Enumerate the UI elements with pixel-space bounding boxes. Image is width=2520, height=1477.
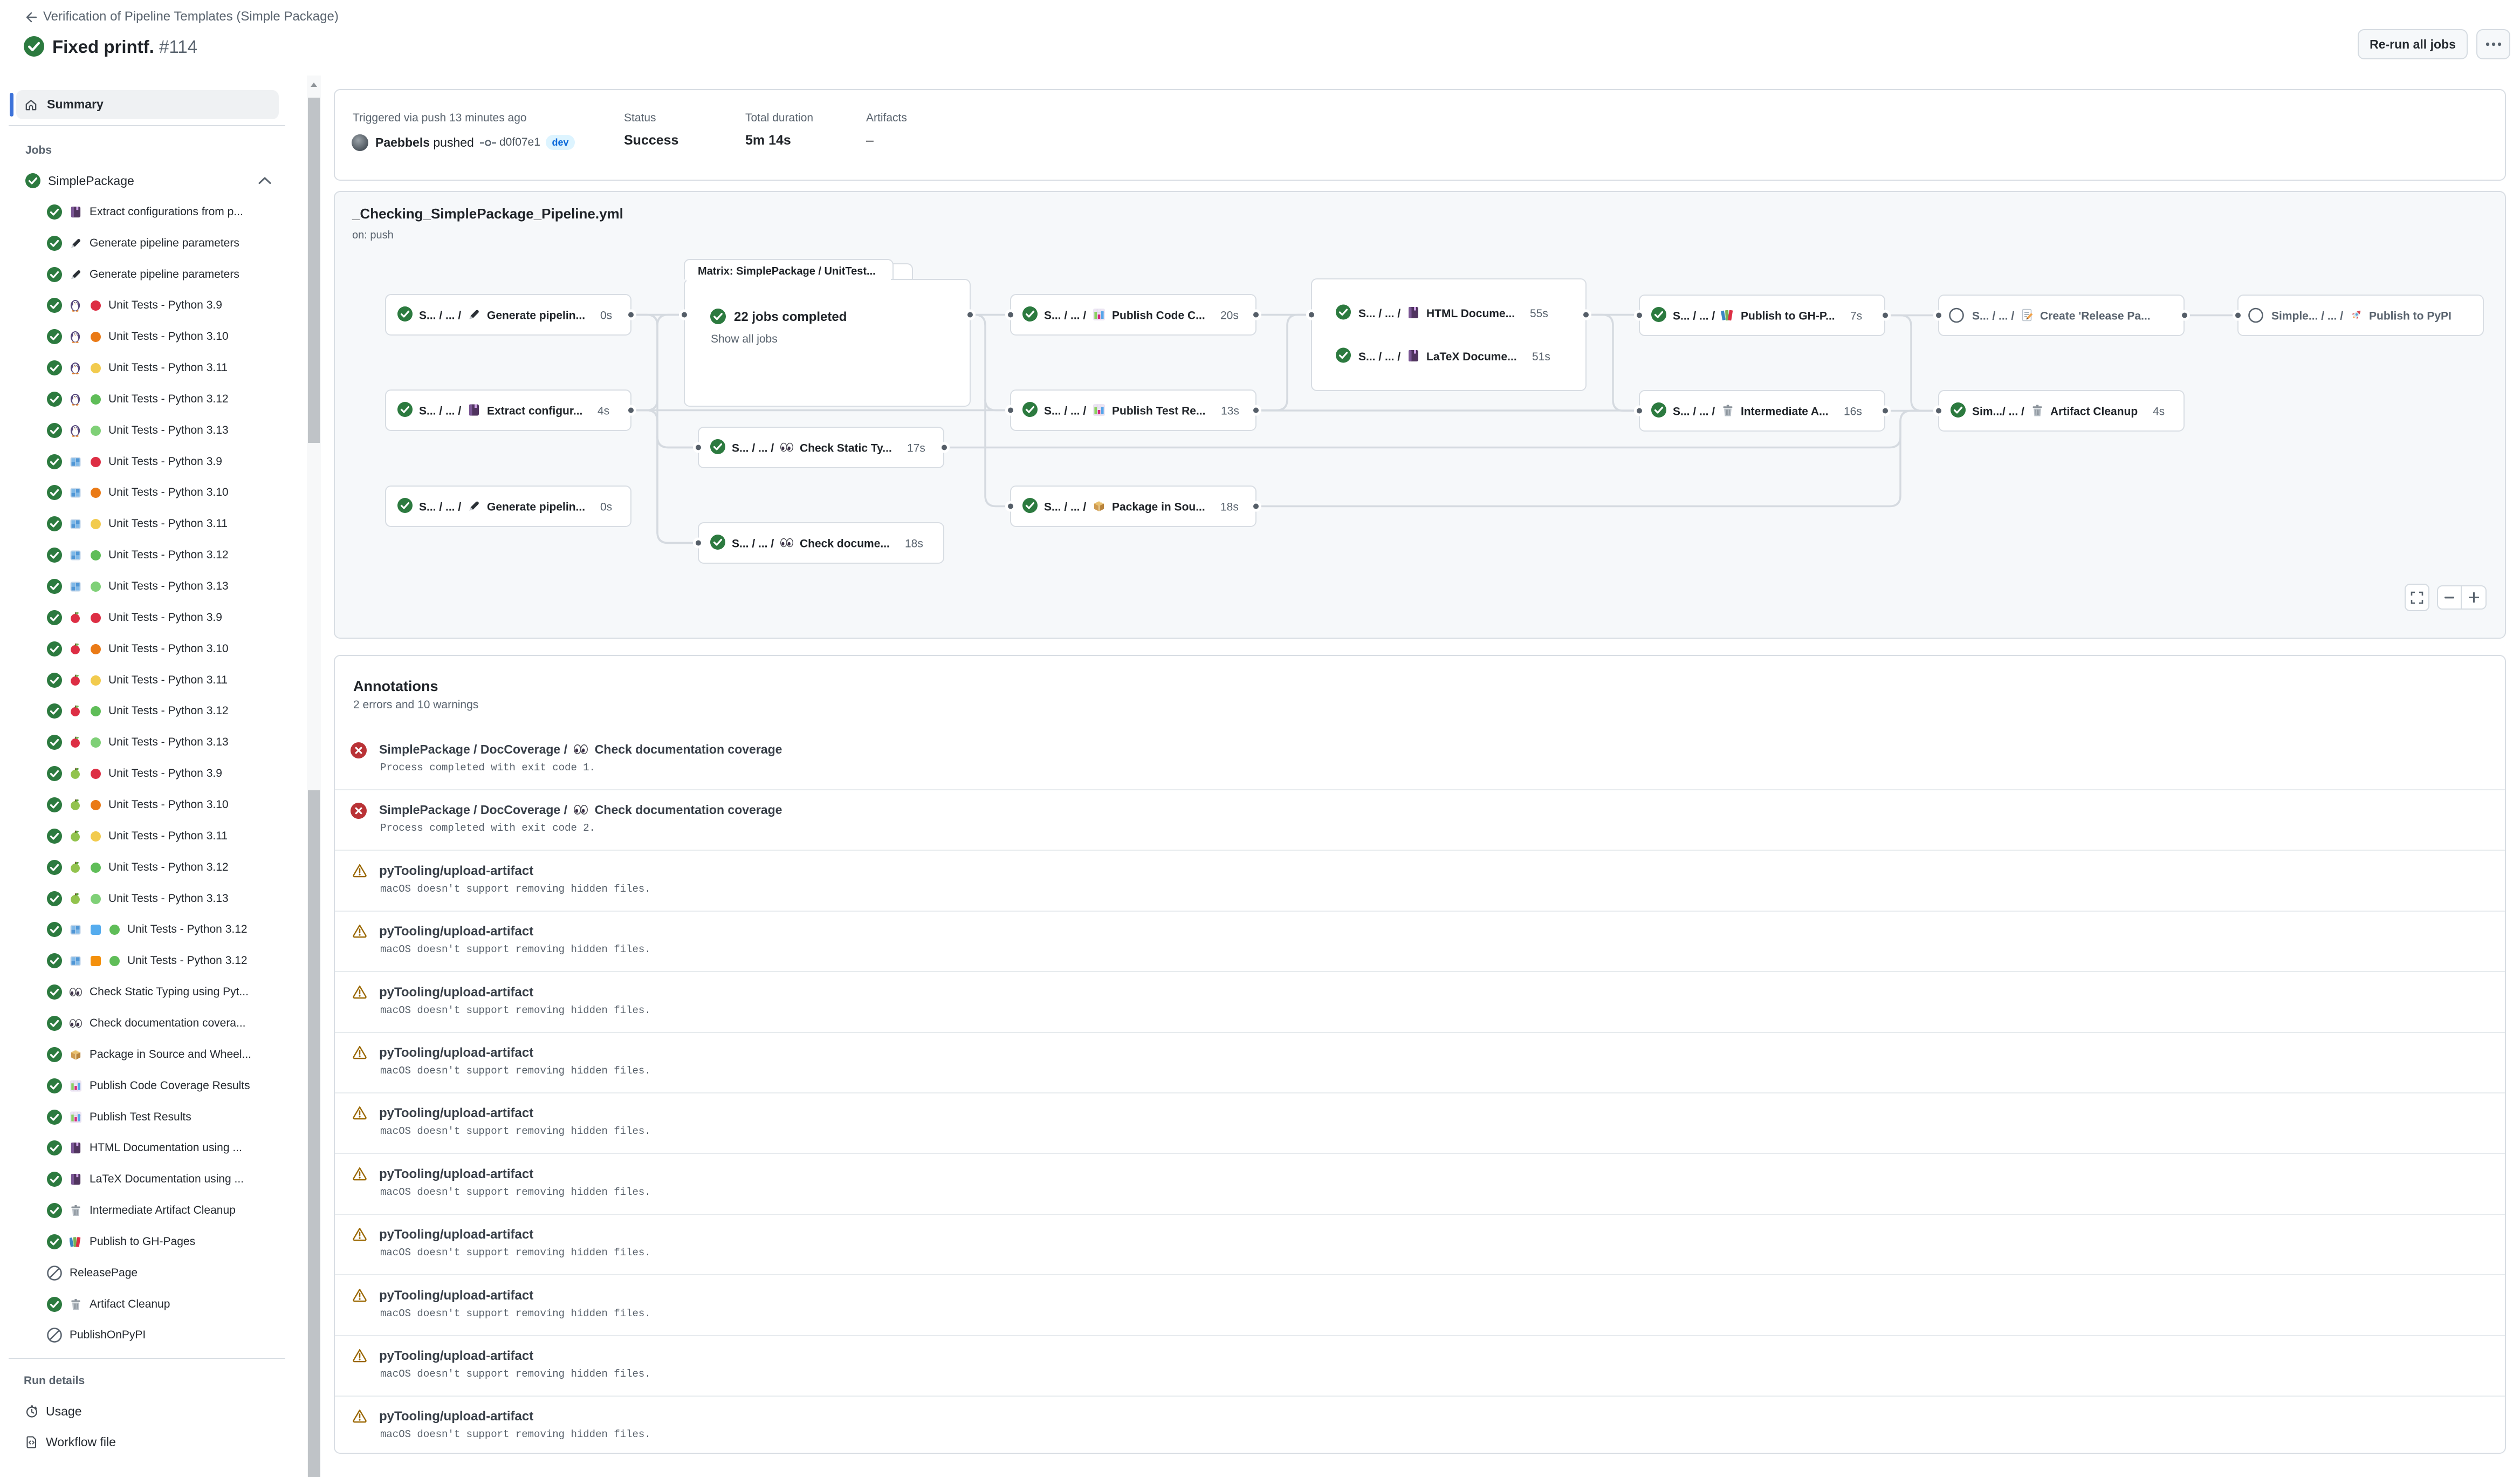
svg-text:Sim.../ ... /: Sim.../ ... / [1972,406,2024,418]
svg-text:S... / ... /: S... / ... / [1358,307,1400,320]
svg-text:Create 'Release Pa...: Create 'Release Pa... [2040,310,2151,323]
svg-text:S... / ... /: S... / ... / [419,501,461,514]
svg-text:S... / ... /: S... / ... / [1358,351,1400,363]
svg-text:S... / ... /: S... / ... / [732,442,774,455]
svg-text:HTML Docume...: HTML Docume... [1426,307,1515,320]
svg-text:55s: 55s [1530,307,1548,320]
svg-text:Matrix: SimplePackage / UnitTe: Matrix: SimplePackage / UnitTest... [698,265,876,277]
svg-text:Package in Sou...: Package in Sou... [1112,501,1205,514]
svg-text:S... / ... /: S... / ... / [732,538,774,550]
svg-text:18s: 18s [905,538,923,550]
svg-text:20s: 20s [1220,310,1239,322]
svg-text:Generate pipelin...: Generate pipelin... [487,310,585,322]
svg-text:7s: 7s [1850,310,1862,323]
svg-text:S... / ... /: S... / ... / [1044,405,1086,418]
svg-text:Extract configur...: Extract configur... [487,405,582,418]
svg-text:Intermediate A...: Intermediate A... [1741,406,1829,418]
svg-text:17s: 17s [907,442,925,455]
svg-text:0s: 0s [600,310,612,322]
svg-text:S... / ... /: S... / ... / [419,310,461,322]
svg-text:51s: 51s [1532,351,1550,363]
svg-text:S... / ... /: S... / ... / [1972,310,2014,323]
svg-text:22 jobs completed: 22 jobs completed [734,310,847,324]
svg-text:S... / ... /: S... / ... / [1673,406,1715,418]
svg-text:4s: 4s [2153,406,2165,418]
svg-text:Publish Code C...: Publish Code C... [1112,310,1205,322]
svg-text:16s: 16s [1844,406,1862,418]
svg-text:LaTeX Docume...: LaTeX Docume... [1426,351,1517,363]
svg-text:Check Static Ty...: Check Static Ty... [800,442,892,455]
svg-text:Check docume...: Check docume... [800,538,890,550]
svg-text:Generate pipelin...: Generate pipelin... [487,501,585,514]
svg-text:S... / ... /: S... / ... / [1673,310,1715,323]
svg-text:Publish Test Re...: Publish Test Re... [1112,405,1205,418]
svg-text:Publish to PyPI: Publish to PyPI [2369,310,2452,323]
svg-text:Artifact Cleanup: Artifact Cleanup [2050,406,2138,418]
svg-text:Publish to GH-P...: Publish to GH-P... [1741,310,1835,323]
svg-text:0s: 0s [600,501,612,514]
svg-text:Simple... / ... /: Simple... / ... / [2271,310,2343,323]
svg-text:13s: 13s [1221,405,1239,418]
svg-text:18s: 18s [1220,501,1239,514]
svg-text:Show all jobs: Show all jobs [711,333,778,345]
svg-text:S... / ... /: S... / ... / [1044,310,1086,322]
svg-text:S... / ... /: S... / ... / [419,405,461,418]
svg-text:4s: 4s [598,405,609,418]
svg-text:S... / ... /: S... / ... / [1044,501,1086,514]
